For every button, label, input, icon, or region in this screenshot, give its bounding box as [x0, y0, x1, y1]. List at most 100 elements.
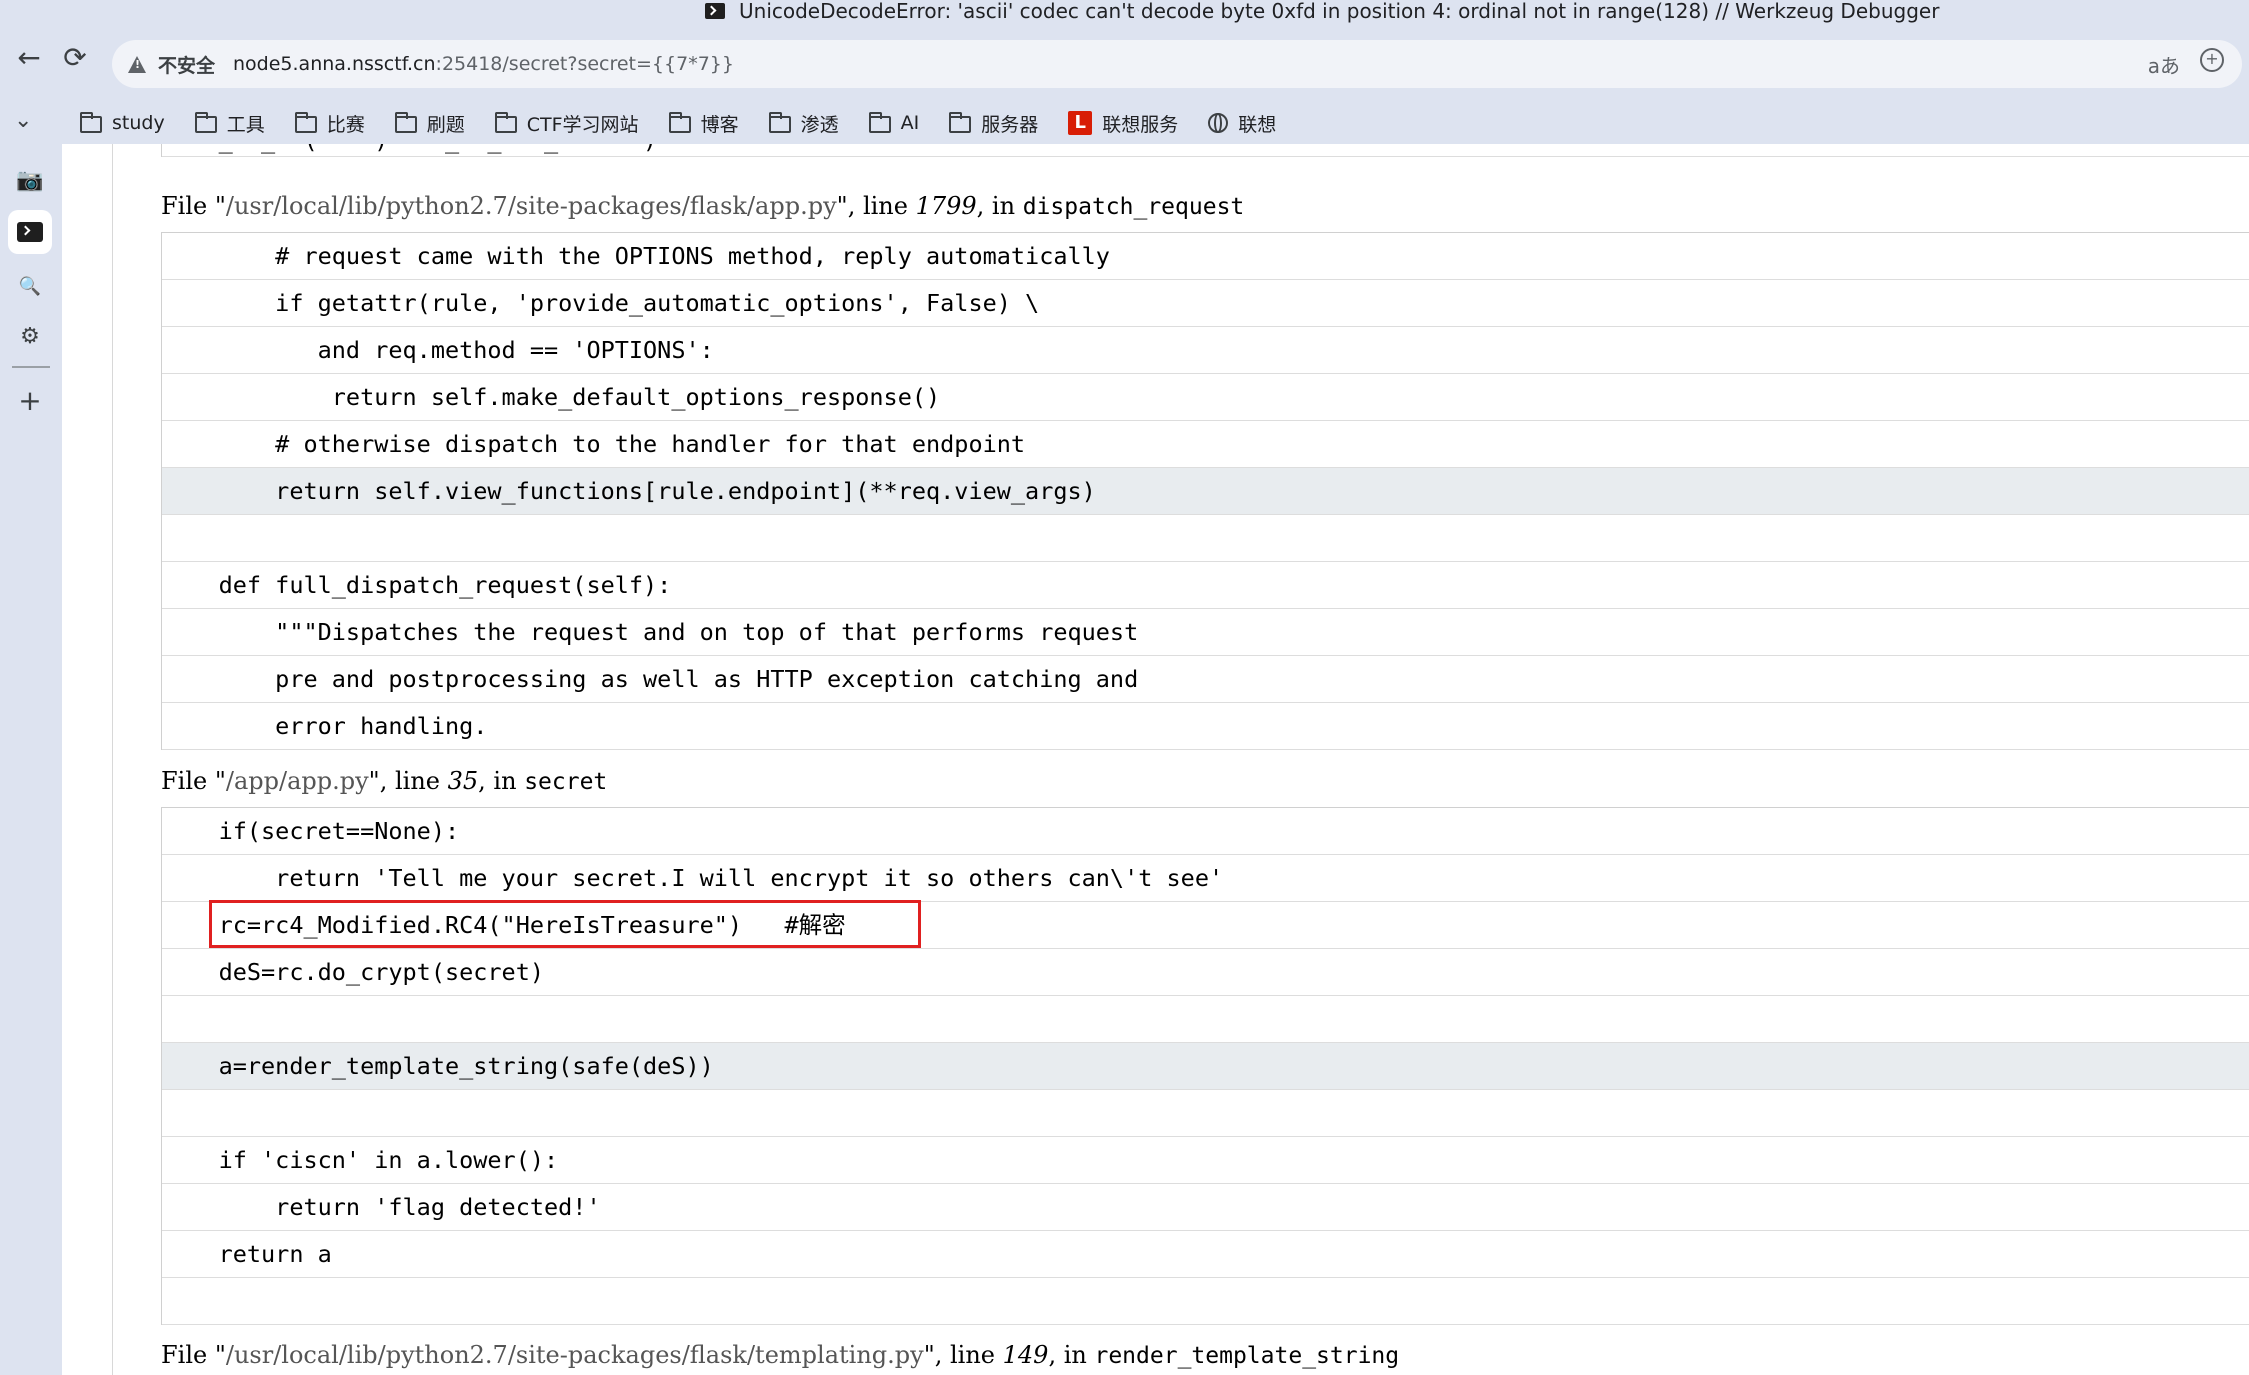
navigation-bar: ← ⟳ 不安全 node5.anna.nssctf.cn :25418/secr… [0, 26, 2249, 102]
image-search-icon[interactable]: 📷 [8, 158, 52, 202]
header-mid: ", line [923, 1341, 1003, 1369]
folder-icon [394, 111, 417, 133]
code-block-partial: _ _ ( ) _ _ _ ) [161, 144, 2249, 157]
bookmark-item[interactable]: study [80, 111, 165, 134]
code-line: return 'flag detected!' [162, 1184, 2249, 1231]
bookmark-label: 联想 [1238, 113, 1277, 136]
folder-icon [494, 111, 517, 133]
frame-filename[interactable]: /usr/local/lib/python2.7/site-packages/f… [226, 1341, 924, 1369]
window-titlebar: UnicodeDecodeError: 'ascii' codec can't … [0, 0, 2249, 26]
search-icon[interactable]: 🔍 [8, 264, 52, 308]
address-bar[interactable]: 不安全 node5.anna.nssctf.cn :25418/secret?s… [112, 40, 2242, 88]
code-line: and req.method == 'OPTIONS': [162, 327, 2249, 374]
frame-header: File "/usr/local/lib/python2.7/site-pack… [161, 1341, 1399, 1369]
code-line [162, 996, 2249, 1043]
header-prefix: File " [161, 767, 226, 795]
code-line: # request came with the OPTIONS method, … [162, 233, 2249, 280]
plus-icon[interactable]: + [8, 378, 52, 422]
frame-function: secret [524, 769, 608, 795]
terminal-icon[interactable] [8, 210, 52, 254]
bookmark-label: CTF学习网站 [526, 113, 639, 136]
bookmark-item[interactable]: L 联想服务 [1068, 110, 1178, 137]
header-mid2: , in [478, 767, 525, 795]
frame-function: dispatch_request [1022, 194, 1245, 220]
extension-icon[interactable]: ⚙ [8, 314, 52, 358]
frame-lineno: 1799 [915, 192, 977, 220]
bookmark-item[interactable]: 比赛 [294, 110, 365, 137]
folder-icon [868, 111, 891, 133]
bookmark-item[interactable]: 工具 [194, 110, 265, 137]
arrow-left-icon: ← [17, 40, 41, 74]
warning-icon[interactable] [128, 55, 146, 73]
reload-button[interactable]: ⟳ [56, 38, 94, 76]
bookmark-item[interactable]: CTF学习网站 [494, 110, 639, 137]
current-code-line: return self.view_functions[rule.endpoint… [162, 468, 2249, 515]
code-line: return self.make_default_options_respons… [162, 374, 2249, 421]
code-line: """Dispatches the request and on top of … [162, 609, 2249, 656]
url-path[interactable]: :25418/secret?secret={{7*7}} [436, 53, 734, 75]
folder-icon [668, 111, 691, 133]
globe-icon [1208, 113, 1229, 133]
code-line: if getattr(rule, 'provide_automatic_opti… [162, 280, 2249, 327]
frame-filename[interactable]: /usr/local/lib/python2.7/site-packages/f… [226, 192, 837, 220]
url-host[interactable]: node5.anna.nssctf.cn [233, 53, 436, 75]
code-line: # otherwise dispatch to the handler for … [162, 421, 2249, 468]
code-line: def full_dispatch_request(self): [162, 562, 2249, 609]
current-code-line: a=render_template_string(safe(deS)) [162, 1043, 2249, 1090]
code-line: if 'ciscn' in a.lower(): [162, 1137, 2249, 1184]
frame-lineno: 149 [1002, 1341, 1049, 1369]
frame-header: File "/app/app.py", line 35, in secret [161, 767, 607, 795]
bookmark-label: 刷题 [426, 113, 465, 136]
folder-icon [194, 111, 217, 133]
debugger-page: _ _ ( ) _ _ _ )File "/usr/local/lib/pyth… [62, 144, 2249, 1375]
page-left-rule [112, 144, 113, 1375]
frame-filename[interactable]: /app/app.py [226, 767, 369, 795]
title-wrap: UnicodeDecodeError: 'ascii' codec can't … [705, 0, 1939, 22]
header-mid: ", line [368, 767, 448, 795]
security-label[interactable]: 不安全 [158, 51, 215, 78]
header-mid: ", line [836, 192, 916, 220]
translate-icon[interactable]: aあ [2148, 50, 2180, 79]
folder-icon [949, 111, 972, 133]
code-block: # request came with the OPTIONS method, … [161, 232, 2249, 750]
bookmark-item[interactable]: AI [868, 111, 920, 134]
side-panel: 📷 🔍 ⚙ + [0, 144, 62, 1375]
code-line: deS=rc.do_crypt(secret) [162, 949, 2249, 996]
terminal-icon [705, 3, 725, 19]
code-line: return 'Tell me your secret.I will encry… [162, 855, 2249, 902]
bookmark-label: 渗透 [800, 113, 839, 136]
header-mid2: , in [976, 192, 1023, 220]
code-line: pre and postprocessing as well as HTTP e… [162, 656, 2249, 703]
bookmark-item[interactable]: 博客 [668, 110, 739, 137]
code-line: error handling. [162, 703, 2249, 750]
frame-lineno: 35 [447, 767, 479, 795]
chevron-down-icon[interactable]: ⌄ [14, 108, 32, 133]
bookmark-item[interactable]: 渗透 [768, 110, 839, 137]
back-button[interactable]: ← [10, 38, 48, 76]
code-line: if(secret==None): [162, 808, 2249, 855]
header-prefix: File " [161, 192, 226, 220]
code-line: _ _ ( ) _ _ _ ) [162, 144, 2249, 157]
code-line [162, 1090, 2249, 1137]
code-block: if(secret==None): return 'Tell me your s… [161, 807, 2249, 1325]
frame-header: File "/usr/local/lib/python2.7/site-pack… [161, 192, 1244, 220]
bookmark-label: study [112, 112, 165, 134]
header-prefix: File " [161, 1341, 226, 1369]
folder-icon [294, 111, 317, 133]
bookmark-label: AI [900, 112, 920, 134]
folder-icon [80, 111, 102, 133]
bookmark-item[interactable]: 联想 [1208, 110, 1276, 137]
zoom-icon[interactable]: + [2200, 48, 2224, 72]
code-line [162, 515, 2249, 562]
bookmark-list: study 工具 比赛 刷题 CTF学习网站 博客 渗透 AI 服务器 L 联想服务 联想 [80, 102, 1306, 144]
folder-icon [768, 111, 791, 133]
bookmark-item[interactable]: 刷题 [394, 110, 465, 137]
lenovo-l-icon: L [1068, 111, 1093, 135]
code-line [162, 1278, 2249, 1325]
bookmark-label: 服务器 [981, 113, 1039, 136]
bookmark-item[interactable]: 服务器 [949, 110, 1038, 137]
window-title: UnicodeDecodeError: 'ascii' codec can't … [739, 0, 1940, 23]
highlight-box [209, 900, 921, 948]
frame-function: render_template_string [1094, 1343, 1400, 1369]
bookmark-label: 联想服务 [1102, 113, 1179, 136]
